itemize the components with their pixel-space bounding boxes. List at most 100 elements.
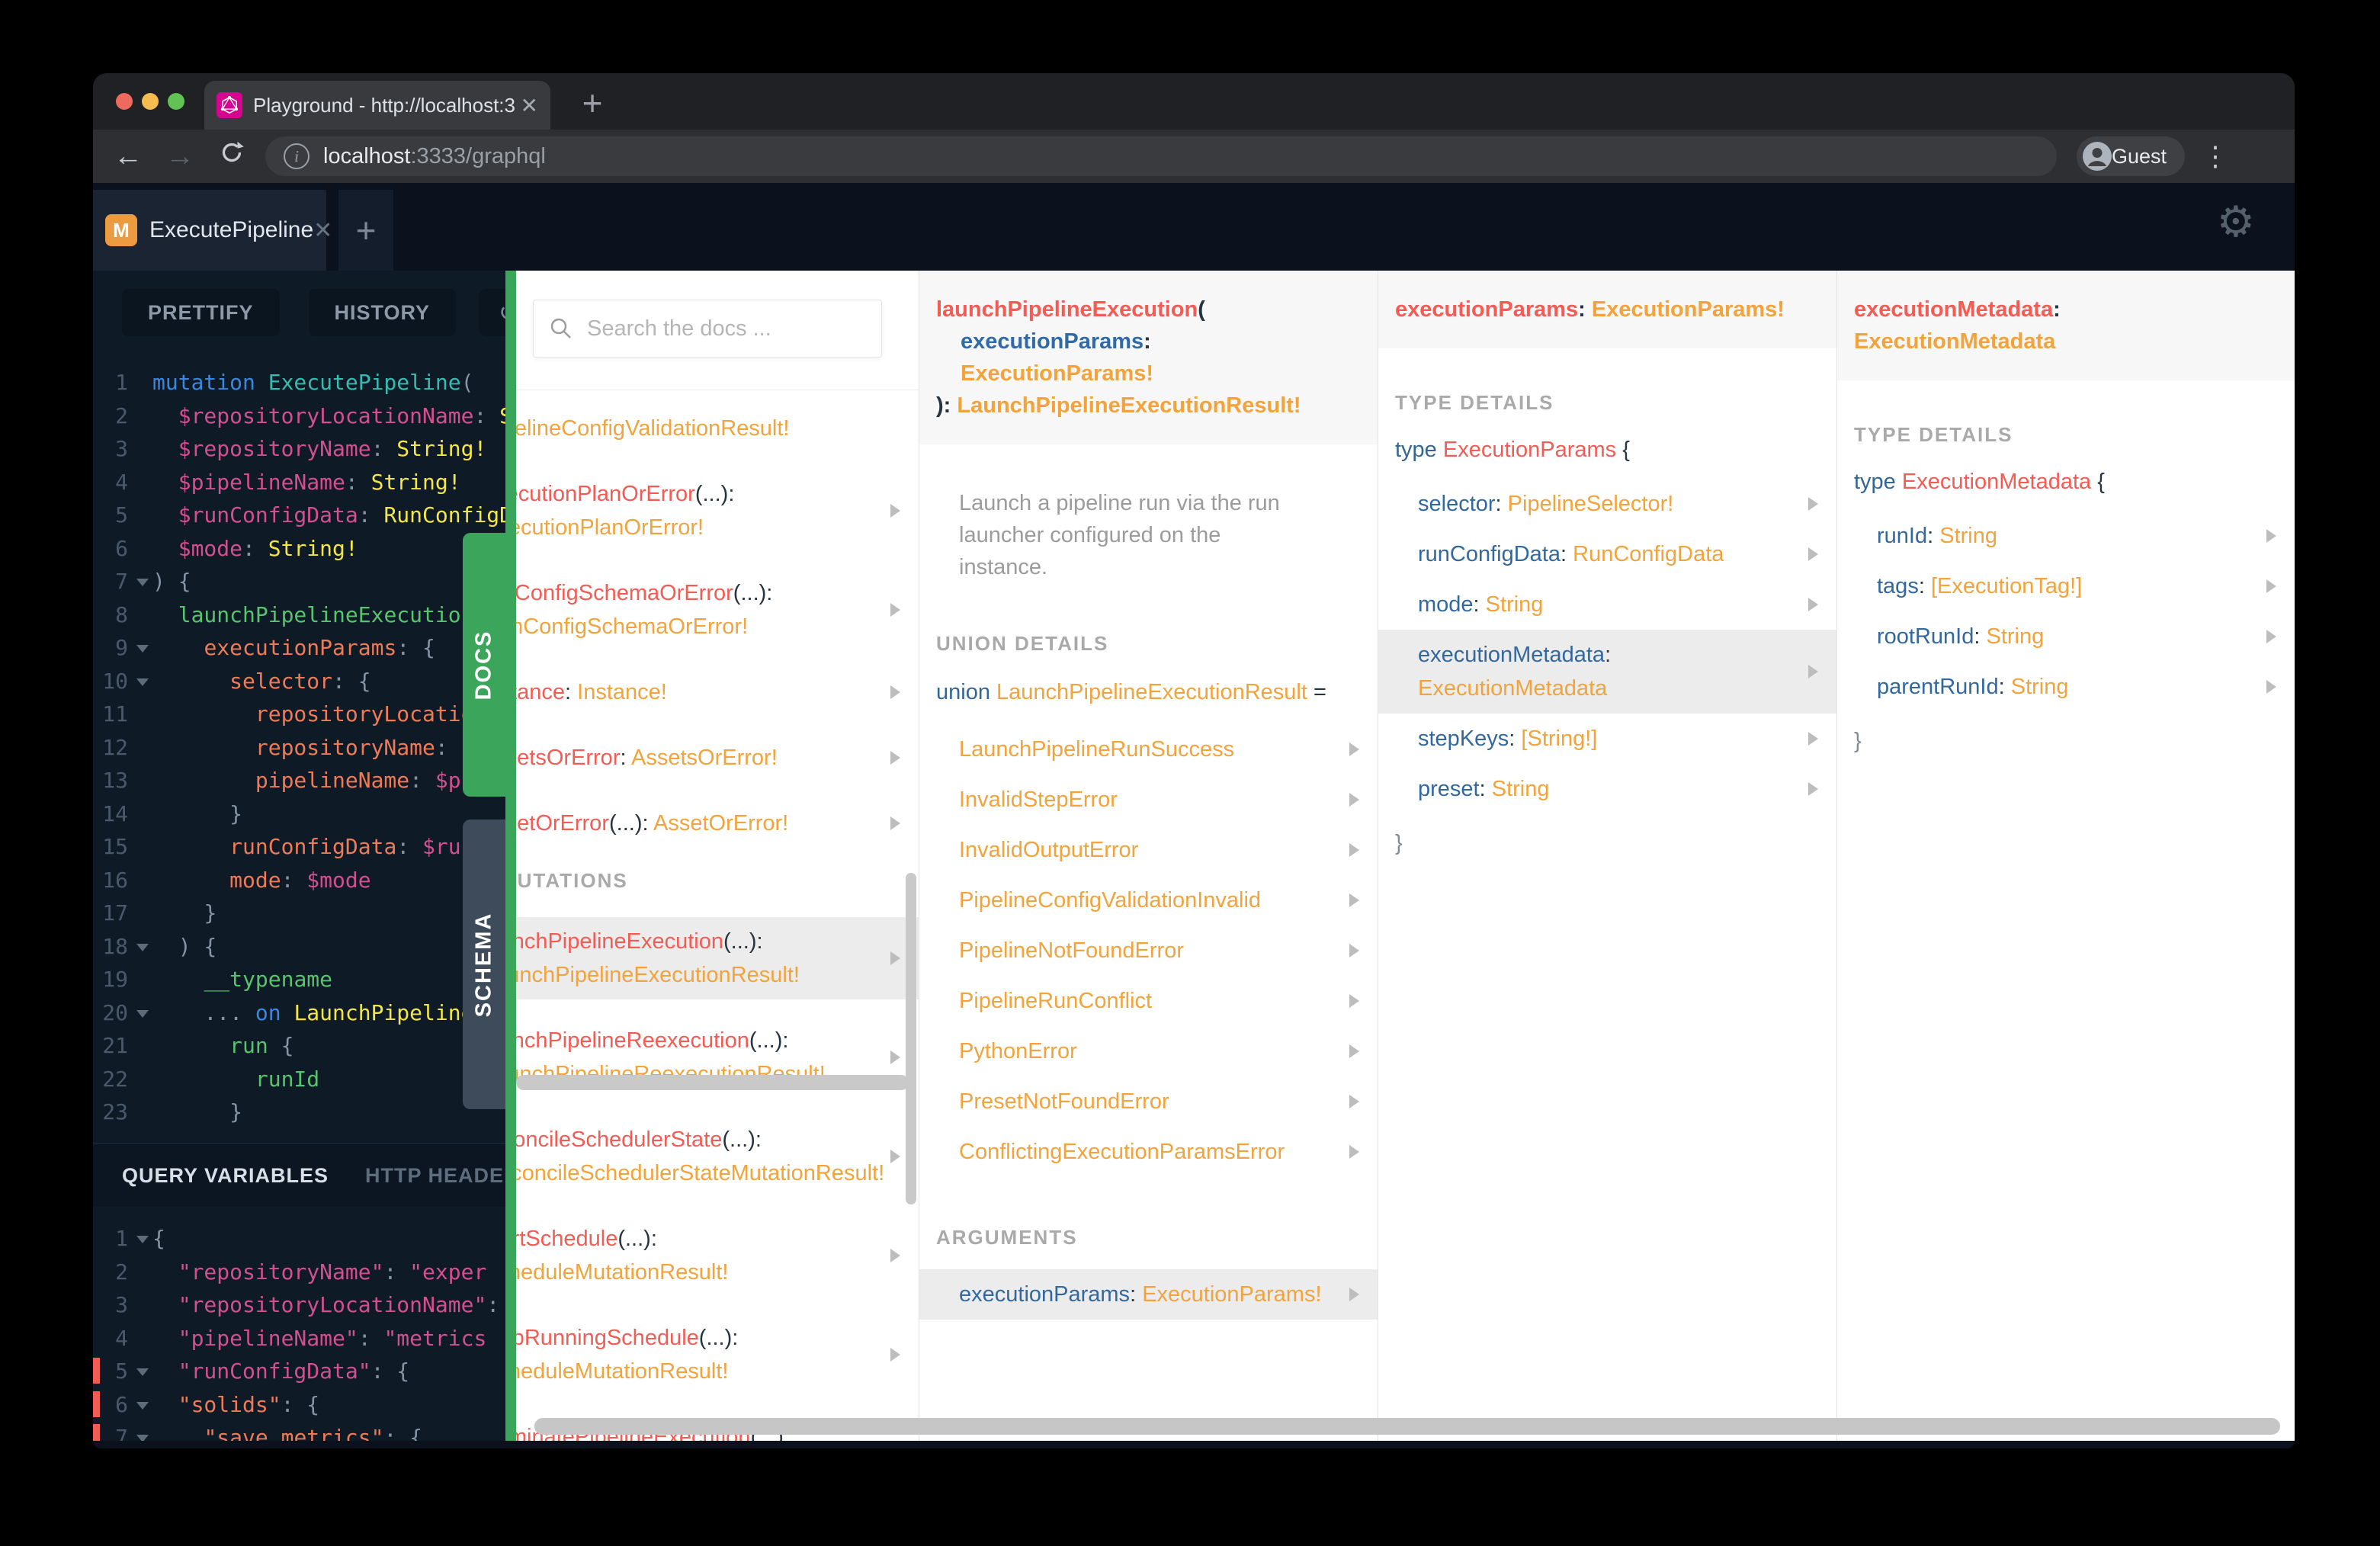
history-button[interactable]: HISTORY bbox=[308, 289, 457, 336]
union-member[interactable]: PresetNotFoundError bbox=[919, 1076, 1378, 1127]
type-field[interactable]: runId: String bbox=[1837, 511, 2295, 561]
code-line[interactable]: 21 run { bbox=[93, 1029, 505, 1063]
code-line[interactable]: 6 "solids": { bbox=[93, 1388, 505, 1422]
fold-arrow-icon[interactable] bbox=[133, 996, 152, 1030]
code-line[interactable]: 7 "save_metrics": { bbox=[93, 1421, 505, 1441]
fold-arrow-icon[interactable] bbox=[133, 930, 152, 964]
code-line[interactable]: 12 repositoryName: $repositoryName bbox=[93, 731, 505, 765]
browser-tab[interactable]: Playground - http://localhost:3 ✕ bbox=[204, 81, 550, 130]
type-field[interactable]: rootRunId: String bbox=[1837, 611, 2295, 662]
code-line[interactable]: 10 selector: { bbox=[93, 665, 505, 698]
endpoint-input[interactable]: ↺http://loc bbox=[479, 289, 505, 336]
forward-icon[interactable]: → bbox=[163, 140, 197, 173]
code-line[interactable]: 5 $runConfigData: RunConfigData! bbox=[93, 499, 505, 532]
docs-item[interactable]: reconcileSchedulerState(...): ReconcileSc… bbox=[516, 1115, 919, 1198]
code-line[interactable]: 22 runId bbox=[93, 1063, 505, 1096]
code-line[interactable]: 4 "pipelineName": "metrics bbox=[93, 1322, 505, 1355]
union-member[interactable]: InvalidStepError bbox=[919, 775, 1378, 825]
code-line[interactable]: 3 "repositoryLocationName": bbox=[93, 1288, 505, 1322]
code-line[interactable]: 11 repositoryLocationName: $repositoryLo… bbox=[93, 698, 505, 731]
docs-item[interactable]: PipelineConfigValidationResult! bbox=[516, 404, 919, 453]
variables-editor[interactable]: 1{2 "repositoryName": "exper 3 "repositor… bbox=[93, 1222, 505, 1441]
tab-query-variables[interactable]: QUERY VARIABLES bbox=[122, 1164, 329, 1188]
column1-vertical-scrollbar[interactable] bbox=[906, 873, 916, 1204]
docs-item[interactable]: assetOrError(...): AssetOrError! bbox=[516, 799, 919, 848]
code-line[interactable]: 6 $mode: String! bbox=[93, 532, 505, 566]
minimize-window-button[interactable] bbox=[142, 93, 159, 110]
browser-menu-icon[interactable]: ⋮ bbox=[2202, 140, 2229, 172]
docs-item[interactable]: launchPipelineExecution(...): LaunchPipel… bbox=[516, 917, 919, 999]
fold-arrow-icon[interactable] bbox=[133, 1355, 152, 1388]
docs-search-box[interactable] bbox=[533, 300, 882, 358]
code-line[interactable]: 8 launchPipelineExecution( bbox=[93, 598, 505, 632]
docs-item[interactable]: instance: Instance! bbox=[516, 668, 919, 717]
search-input[interactable] bbox=[585, 315, 866, 342]
fold-arrow-icon[interactable] bbox=[133, 665, 152, 698]
docs-item[interactable]: runConfigSchemaOrError(...): RunConfigSch… bbox=[516, 569, 919, 651]
fold-arrow-icon[interactable] bbox=[133, 1388, 152, 1422]
code-line[interactable]: 19 __typename bbox=[93, 963, 505, 996]
code-line[interactable]: 2 "repositoryName": "exper bbox=[93, 1256, 505, 1289]
type-field[interactable]: parentRunId: String bbox=[1837, 662, 2295, 712]
type-field[interactable]: stepKeys: [String!] bbox=[1378, 714, 1836, 764]
playground-new-tab-button[interactable]: + bbox=[338, 190, 393, 271]
new-tab-button[interactable]: + bbox=[572, 84, 613, 125]
type-field[interactable]: executionMetadata: ExecutionMetadata bbox=[1378, 630, 1836, 714]
code-line[interactable]: 20 ... on LaunchPipelineRunSuccess { bbox=[93, 996, 505, 1030]
type-field[interactable]: preset: String bbox=[1378, 764, 1836, 814]
type-field[interactable]: selector: PipelineSelector! bbox=[1378, 479, 1836, 529]
address-bar[interactable]: i localhost:3333/graphql bbox=[265, 136, 2057, 176]
playground-tab[interactable]: M ExecutePipeline ✕ bbox=[93, 190, 332, 271]
zoom-window-button[interactable] bbox=[168, 93, 184, 110]
code-line[interactable]: 23 } bbox=[93, 1095, 505, 1129]
profile-button[interactable]: Guest bbox=[2077, 136, 2186, 176]
code-line[interactable]: 5 "runConfigData": { bbox=[93, 1355, 505, 1388]
code-line[interactable]: 9 executionParams: { bbox=[93, 631, 505, 665]
reload-icon[interactable] bbox=[215, 139, 249, 174]
docs-item[interactable]: startSchedule(...): ScheduleMutationResul… bbox=[516, 1214, 919, 1297]
union-member[interactable]: ConflictingExecutionParamsError bbox=[919, 1127, 1378, 1177]
code-line[interactable]: 1{ bbox=[93, 1222, 505, 1256]
code-line[interactable]: 16 mode: $mode bbox=[93, 864, 505, 897]
fold-arrow-icon[interactable] bbox=[133, 1222, 152, 1256]
code-line[interactable]: 18 ) { bbox=[93, 930, 505, 964]
code-line[interactable]: 1 mutation ExecutePipeline( bbox=[93, 366, 505, 399]
query-editor[interactable]: 1 mutation ExecutePipeline(2 $repositoryL… bbox=[93, 366, 505, 1129]
code-line[interactable]: 14 } bbox=[93, 797, 505, 831]
union-member[interactable]: PipelineConfigValidationInvalid bbox=[919, 875, 1378, 925]
fold-arrow-icon[interactable] bbox=[133, 631, 152, 665]
argument-execution-params[interactable]: executionParams: ExecutionParams! bbox=[919, 1269, 1378, 1320]
docs-item[interactable]: executionPlanOrError(...): ExecutionPlanO… bbox=[516, 470, 919, 552]
union-member[interactable]: PipelineRunConflict bbox=[919, 976, 1378, 1026]
fold-arrow-icon[interactable] bbox=[133, 1421, 152, 1441]
code-line[interactable]: 17 } bbox=[93, 896, 505, 930]
docs-resize-handle[interactable] bbox=[505, 271, 516, 1441]
docs-horizontal-scrollbar[interactable] bbox=[534, 1418, 2280, 1435]
code-line[interactable]: 13 pipelineName: $pipelineName bbox=[93, 764, 505, 797]
docs-side-tab[interactable]: DOCS bbox=[463, 533, 505, 797]
union-member[interactable]: LaunchPipelineRunSuccess bbox=[919, 724, 1378, 775]
close-window-button[interactable] bbox=[116, 93, 133, 110]
union-member[interactable]: PythonError bbox=[919, 1026, 1378, 1076]
code-line[interactable]: 15 runConfigData: $runConfigData bbox=[93, 830, 505, 864]
schema-side-tab[interactable]: SCHEMA bbox=[463, 820, 505, 1109]
type-field[interactable]: mode: String bbox=[1378, 579, 1836, 630]
site-info-icon[interactable]: i bbox=[284, 143, 310, 169]
tab-http-headers[interactable]: HTTP HEADERS bbox=[365, 1164, 505, 1188]
type-field[interactable]: runConfigData: RunConfigData bbox=[1378, 529, 1836, 579]
prettify-button[interactable]: PRETTIFY bbox=[122, 289, 280, 336]
union-member[interactable]: PipelineNotFoundError bbox=[919, 925, 1378, 976]
column1-horizontal-scrollbar[interactable] bbox=[516, 1075, 909, 1090]
docs-item[interactable]: assetsOrError: AssetsOrError! bbox=[516, 733, 919, 782]
back-icon[interactable]: ← bbox=[111, 140, 145, 173]
union-member[interactable]: InvalidOutputError bbox=[919, 825, 1378, 875]
code-line[interactable]: 2 $repositoryLocationName: String! bbox=[93, 399, 505, 433]
type-field[interactable]: tags: [ExecutionTag!] bbox=[1837, 561, 2295, 611]
playground-tab-close-icon[interactable]: ✕ bbox=[313, 217, 332, 244]
settings-gear-icon[interactable]: ⚙ bbox=[2217, 197, 2255, 247]
code-line[interactable]: 7) { bbox=[93, 565, 505, 598]
tab-close-icon[interactable]: ✕ bbox=[521, 93, 538, 118]
code-line[interactable]: 3 $repositoryName: String! bbox=[93, 432, 505, 466]
docs-item[interactable]: stopRunningSchedule(...): ScheduleMutatio… bbox=[516, 1313, 919, 1396]
fold-arrow-icon[interactable] bbox=[133, 565, 152, 598]
